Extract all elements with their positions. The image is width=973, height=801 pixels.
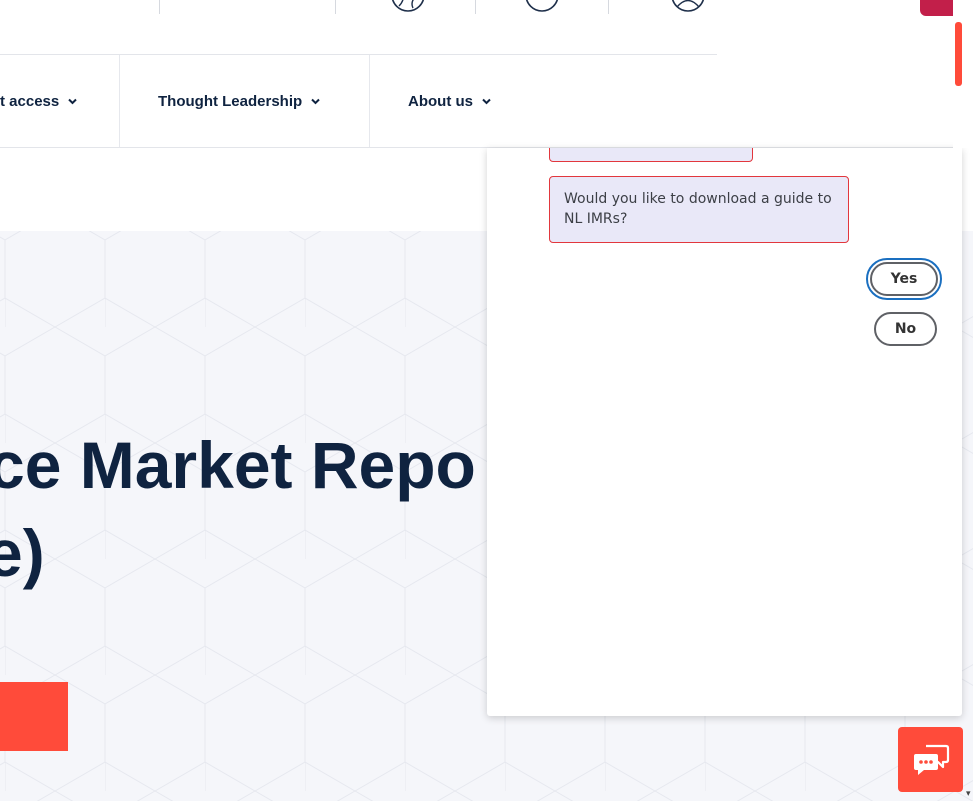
page: t access Thought Leadership About us ce … — [0, 0, 973, 801]
quick-reply-yes-button[interactable]: Yes — [870, 262, 938, 296]
nav-divider — [369, 55, 370, 147]
nav-item-label: About us — [408, 92, 473, 110]
chat-bubbles-icon — [913, 744, 949, 775]
main-nav: t access Thought Leadership About us — [0, 55, 973, 148]
calendar-icon[interactable] — [525, 0, 559, 12]
chat-launcher-button[interactable] — [898, 727, 963, 792]
nav-item-market-access[interactable]: t access — [0, 55, 78, 147]
user-account-icon[interactable] — [671, 0, 705, 12]
utility-bar — [0, 0, 717, 55]
divider — [608, 0, 609, 14]
previous-chat-message — [549, 148, 753, 162]
chevron-down-icon — [67, 96, 78, 107]
nav-item-about-us[interactable]: About us — [408, 55, 492, 147]
nav-item-label: Thought Leadership — [158, 92, 303, 110]
chevron-down-icon — [310, 96, 321, 107]
divider — [159, 0, 160, 14]
quick-reply-no-button[interactable]: No — [874, 312, 937, 346]
chat-message: Would you like to download a guide to NL… — [549, 176, 849, 243]
divider — [335, 0, 336, 14]
page-title-line-1: ce Market Repo — [0, 428, 476, 502]
globe-icon[interactable] — [391, 0, 425, 12]
page-title: ce Market Repo e) — [0, 421, 487, 597]
nav-divider — [119, 55, 120, 147]
page-title-line-2: e) — [0, 516, 45, 590]
chevron-down-icon — [481, 96, 492, 107]
nav-item-label: t access — [0, 92, 60, 110]
chat-panel: Would you like to download a guide to NL… — [487, 148, 962, 716]
divider — [475, 0, 476, 14]
nav-item-thought-leadership[interactable]: Thought Leadership — [158, 55, 321, 147]
scrollbar-thumb[interactable] — [955, 22, 962, 86]
hero-cta-button[interactable] — [0, 682, 68, 751]
resize-corner-icon: ▾ — [966, 789, 971, 799]
